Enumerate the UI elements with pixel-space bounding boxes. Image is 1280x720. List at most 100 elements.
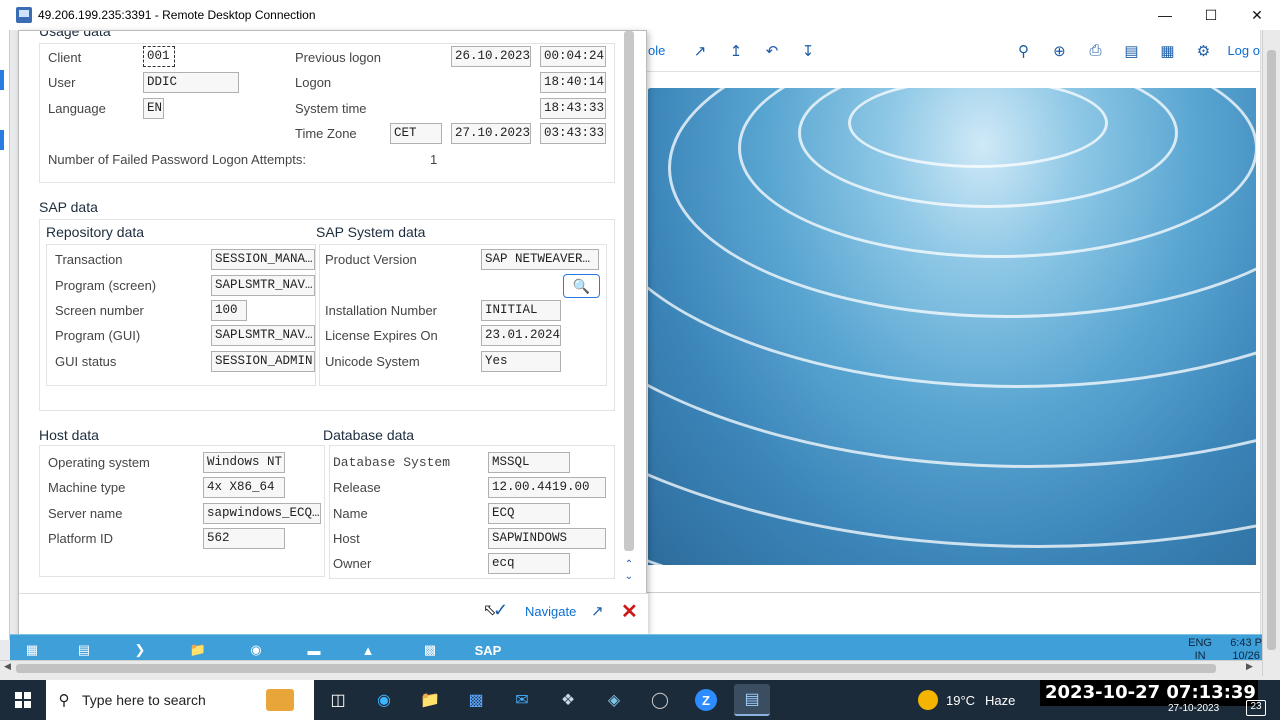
rdp-vertical-scrollbar[interactable] <box>1262 30 1280 676</box>
magnifier-icon: 🔍 <box>572 277 591 294</box>
time-zone-label: Time Zone <box>295 126 357 141</box>
dialog-scrollbar-thumb[interactable] <box>624 31 634 551</box>
installation-number-field[interactable]: INITIAL <box>481 300 561 321</box>
product-version-details-button[interactable]: 🔍 <box>563 274 600 298</box>
db-name-label: Name <box>333 506 368 521</box>
logoff-link[interactable]: Log o <box>1227 43 1260 58</box>
user-field[interactable]: DDIC <box>143 72 239 93</box>
language-field[interactable]: EN <box>143 98 164 119</box>
close-button[interactable]: ✕ <box>1234 0 1280 30</box>
timestamp-overlay: 2023-10-27 07:13:39 <box>1040 680 1258 706</box>
rdp-hscroll-thumb[interactable] <box>16 664 1216 673</box>
document-out-icon[interactable]: ↶ <box>760 39 784 63</box>
upload-icon[interactable]: ↥ <box>724 39 748 63</box>
logon-label: Logon <box>295 75 332 90</box>
print-icon[interactable]: ⎙ <box>1083 39 1107 63</box>
db-host-field[interactable]: SAPWINDOWS <box>488 528 606 549</box>
unicode-system-field[interactable]: Yes <box>481 351 561 372</box>
failed-logon-label: Number of Failed Password Logon Attempts… <box>48 152 306 167</box>
layout-icon[interactable]: ▦ <box>1155 39 1179 63</box>
release-field[interactable]: 12.00.4419.00 <box>488 477 606 498</box>
server-name-field[interactable]: sapwindows_ECQ… <box>203 503 321 524</box>
database-system-field[interactable]: MSSQL <box>488 452 570 473</box>
rdp-vscroll-thumb[interactable] <box>1267 50 1276 650</box>
external-link-icon[interactable]: ↗ <box>591 602 604 620</box>
sap-status-bar <box>646 592 1260 622</box>
screen-number-field[interactable]: 100 <box>211 300 247 321</box>
owner-label: Owner <box>333 556 372 571</box>
windows-logo-icon <box>15 692 31 708</box>
scroll-right-icon[interactable]: ▶ <box>1246 661 1253 672</box>
time-zone-field[interactable]: CET <box>390 123 442 144</box>
client-field[interactable]: 001 <box>143 46 175 67</box>
repository-data-title: Repository data <box>46 224 145 240</box>
license-expires-field[interactable]: 23.01.2024 <box>481 325 561 346</box>
edge-marker <box>0 70 4 90</box>
system-time-field[interactable]: 18:43:33 <box>540 98 606 119</box>
file-explorer-icon[interactable]: 📁 <box>412 684 448 716</box>
failed-logon-value: 1 <box>430 152 438 167</box>
document-in-icon[interactable]: ↧ <box>796 39 820 63</box>
program-gui-field[interactable]: SAPLSMTR_NAV… <box>211 325 315 346</box>
previous-logon-time-field[interactable]: 00:04:24 <box>540 46 606 67</box>
remote-desktop-taskbar-icon[interactable]: ▤ <box>734 684 770 716</box>
edge-browser-icon[interactable]: ◉ <box>366 684 402 716</box>
maximize-button[interactable]: ☐ <box>1188 0 1234 30</box>
db-host-label: Host <box>333 531 360 546</box>
export-icon[interactable]: ↗ <box>688 39 712 63</box>
weather-temperature: 19°C <box>946 692 976 708</box>
dialog-content: Usage data Client 001 User DDIC Language… <box>19 31 619 583</box>
task-view-icon[interactable]: ◫ <box>320 684 356 716</box>
time-zone-date-field[interactable]: 27.10.2023 <box>451 123 531 144</box>
mail-icon[interactable]: ✉ <box>504 684 540 716</box>
settings-icon[interactable]: ⚙ <box>1191 39 1215 63</box>
program-screen-field[interactable]: SAPLSMTR_NAV… <box>211 275 315 296</box>
minimize-button[interactable]: — <box>1142 0 1188 30</box>
dialog-vertical-scrollbar[interactable]: ⌃ ⌄ <box>622 31 636 583</box>
microsoft-store-icon[interactable]: ▩ <box>458 684 494 716</box>
search-icon[interactable]: ⚲ <box>1011 39 1035 63</box>
rdp-horizontal-scrollbar[interactable]: ◀ ▶ <box>0 660 1262 676</box>
transaction-label: Transaction <box>55 252 123 267</box>
toolbar-partial-text[interactable]: ole <box>648 43 676 58</box>
scroll-left-icon[interactable]: ◀ <box>4 661 11 672</box>
operating-system-field[interactable]: Windows NT <box>203 452 285 473</box>
transaction-field[interactable]: SESSION_MANA… <box>211 249 315 270</box>
app-icon-2[interactable]: ◈ <box>596 684 632 716</box>
rdp-titlebar: 49.206.199.235:3391 - Remote Desktop Con… <box>0 0 1280 30</box>
search-icon: ⚲ <box>58 692 70 709</box>
sap-toolbar: ole ↗ ↥ ↶ ↧ ⚲ ⊕ ⎙ ▤ ▦ ⚙ Log o <box>646 30 1260 72</box>
taskbar-search-box[interactable]: ⚲ Type here to search <box>46 680 314 720</box>
notification-center-icon[interactable]: 23 <box>1246 700 1266 716</box>
system-date[interactable]: 27-10-2023 <box>1168 703 1219 714</box>
logon-time-field[interactable]: 18:40:14 <box>540 72 606 93</box>
time-zone-time-field[interactable]: 03:43:33 <box>540 123 606 144</box>
language-label: Language <box>48 101 106 116</box>
search-more-icon[interactable]: ⊕ <box>1047 39 1071 63</box>
weather-widget[interactable]: 19°C Haze <box>918 680 1015 720</box>
navigate-button[interactable]: Navigate <box>525 604 576 619</box>
product-version-label: Product Version <box>325 252 417 267</box>
product-version-field[interactable]: SAP NETWEAVER… <box>481 249 599 270</box>
start-button[interactable] <box>0 680 46 720</box>
platform-id-field[interactable]: 562 <box>203 528 285 549</box>
confirm-check-icon[interactable]: ✓ <box>493 600 508 621</box>
owner-field[interactable]: ecq <box>488 553 570 574</box>
windows-taskbar: ⚲ Type here to search ◫ ◉ 📁 ▩ ✉ ❖ ◈ ◯ Z … <box>0 680 1280 720</box>
app-icon-1[interactable]: ❖ <box>550 684 586 716</box>
search-placeholder: Type here to search <box>82 692 206 708</box>
previous-logon-date-field[interactable]: 26.10.2023 <box>451 46 531 67</box>
scroll-up-icon[interactable]: ⌃ <box>622 559 636 570</box>
weather-description: Haze <box>985 692 1016 708</box>
db-name-field[interactable]: ECQ <box>488 503 570 524</box>
machine-type-field[interactable]: 4x X86_64 <box>203 477 285 498</box>
app-icon-3[interactable]: ◯ <box>642 684 678 716</box>
cancel-close-icon[interactable]: ✕ <box>621 599 638 624</box>
program-gui-label: Program (GUI) <box>55 328 141 343</box>
gui-status-field[interactable]: SESSION_ADMIN <box>211 351 315 372</box>
zoom-icon[interactable]: Z <box>688 684 724 716</box>
scroll-down-icon[interactable]: ⌄ <box>622 571 636 582</box>
system-time-label: System time <box>295 101 367 116</box>
window-icon[interactable]: ▤ <box>1119 39 1143 63</box>
machine-type-label: Machine type <box>48 480 126 495</box>
